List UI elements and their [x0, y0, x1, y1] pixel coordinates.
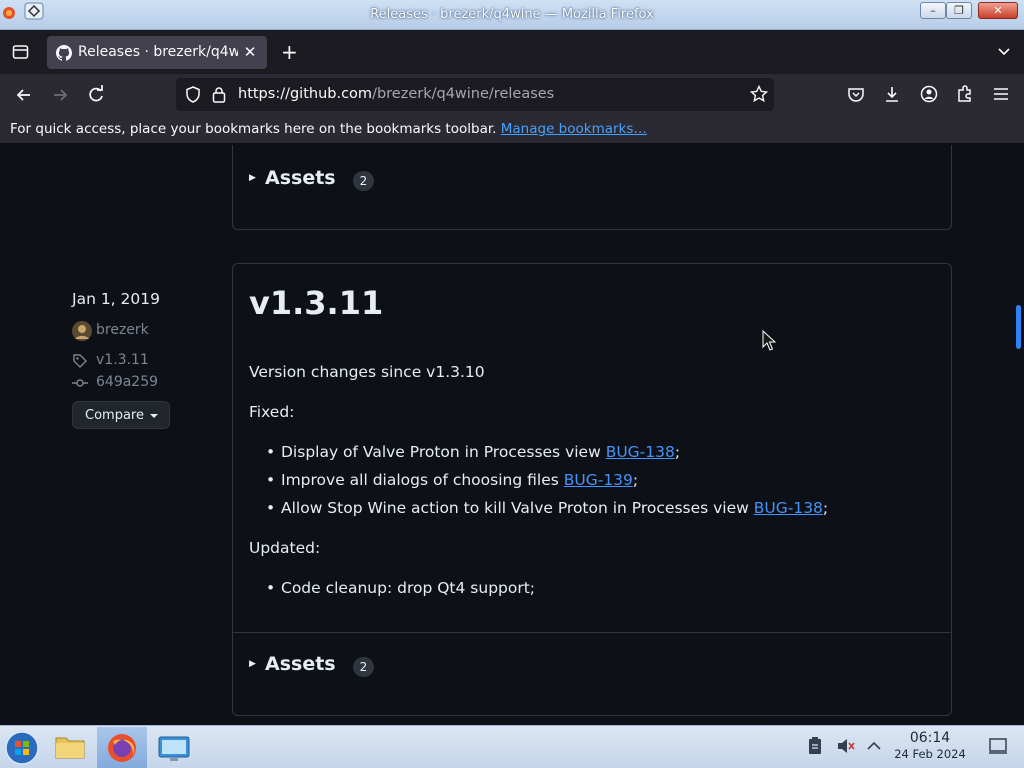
account-icon[interactable]: [919, 82, 945, 108]
bug-link[interactable]: BUG-138: [606, 443, 675, 461]
tab-strip: Releases · brezerk/q4wine ✕ +: [0, 30, 1024, 74]
window-titlebar[interactable]: Releases · brezerk/q4wine — Mozilla Fire…: [0, 0, 1024, 30]
mouse-cursor-icon: [762, 329, 777, 356]
bullet: •: [266, 443, 276, 461]
updated-heading: Updated:: [249, 539, 321, 557]
bookmarks-message: For quick access, place your bookmarks h…: [10, 121, 497, 137]
list-all-tabs-icon[interactable]: [996, 43, 1012, 63]
list-item-text: Improve all dialogs of choosing files: [281, 471, 564, 489]
release-title[interactable]: v1.3.11: [249, 284, 383, 322]
control-panel-taskbar-icon[interactable]: [152, 727, 196, 768]
commit-sha: 649a259: [96, 374, 159, 390]
window-title: Releases · brezerk/q4wine — Mozilla Fire…: [370, 7, 654, 22]
list-item-suffix: ;: [822, 499, 829, 517]
minimize-button[interactable]: –: [920, 2, 946, 19]
maximize-button[interactable]: ❐: [946, 2, 972, 19]
start-button[interactable]: [2, 727, 42, 768]
tab-releases[interactable]: Releases · brezerk/q4wine ✕: [47, 36, 267, 69]
clock[interactable]: 06:14 24 Feb 2024: [888, 730, 972, 761]
chevron-up-icon[interactable]: [866, 738, 882, 768]
firefox-view-icon[interactable]: [12, 43, 29, 64]
compare-button[interactable]: Compare: [72, 401, 170, 429]
tab-close-icon[interactable]: ✕: [241, 42, 259, 62]
url-host: https://github.com: [238, 86, 373, 102]
bullet: •: [266, 499, 276, 517]
url-text[interactable]: https://github.com/brezerk/q4wine/releas…: [238, 86, 554, 102]
reload-icon[interactable]: [84, 82, 110, 108]
assets-label: Assets: [265, 167, 336, 189]
commit-icon: [72, 375, 88, 395]
bullet: •: [266, 471, 276, 489]
list-item-text: Allow Stop Wine action to kill Valve Pro…: [281, 499, 754, 517]
downloads-icon[interactable]: [882, 82, 908, 108]
author-name: brezerk: [96, 322, 149, 338]
release-card: v1.3.11 Version changes since v1.3.10 Fi…: [232, 263, 952, 716]
release-intro: Version changes since v1.3.10: [249, 363, 485, 381]
disclosure-triangle-icon: ▶: [249, 659, 256, 669]
url-path: /brezerk/q4wine/releases: [372, 86, 555, 102]
new-tab-icon[interactable]: +: [281, 40, 298, 64]
taskbar: 06:14 24 Feb 2024: [0, 725, 1024, 768]
release-date: Jan 1, 2019: [72, 290, 160, 308]
extensions-icon[interactable]: [955, 82, 981, 108]
clock-time: 06:14: [909, 730, 951, 746]
list-item: • Allow Stop Wine action to kill Valve Pr…: [266, 499, 829, 517]
list-item-text: Display of Valve Proton in Processes vie…: [281, 443, 606, 461]
list-item-text: Code cleanup: drop Qt4 support;: [281, 579, 536, 597]
disclosure-triangle-icon: ▶: [249, 173, 256, 183]
avatar: [72, 321, 92, 345]
list-item: • Display of Valve Proton in Processes vi…: [266, 443, 681, 461]
app-menu-icon[interactable]: [991, 82, 1017, 108]
fixed-heading: Fixed:: [249, 403, 295, 421]
tag-name: v1.3.11: [96, 352, 149, 368]
tag-icon: [72, 353, 88, 373]
compare-label: Compare: [85, 408, 144, 423]
firefox-taskbar-icon[interactable]: [97, 727, 147, 768]
bullet: •: [266, 579, 276, 597]
lock-icon[interactable]: [212, 86, 226, 107]
page-content: ▶ Assets 2 Jan 1, 2019 brezerk v1.3.11 6…: [0, 145, 1012, 725]
clock-date: 24 Feb 2024: [894, 747, 966, 761]
list-item: • Code cleanup: drop Qt4 support;: [266, 579, 536, 597]
assets-count-badge: 2: [353, 657, 374, 677]
shield-icon[interactable]: [185, 86, 201, 107]
navigation-toolbar: https://github.com/brezerk/q4wine/releas…: [0, 74, 1024, 116]
divider: [233, 632, 951, 633]
scrollbar-thumb[interactable]: [1016, 305, 1021, 349]
assets-label: Assets: [265, 653, 336, 675]
back-icon[interactable]: [12, 82, 38, 108]
manage-bookmarks-link[interactable]: Manage bookmarks…: [501, 121, 647, 137]
close-window-button[interactable]: ✕: [978, 2, 1018, 19]
clipboard-icon[interactable]: [806, 736, 824, 768]
bug-link[interactable]: BUG-139: [564, 471, 633, 489]
forward-icon[interactable]: [48, 82, 74, 108]
caret-down-icon: [150, 414, 158, 418]
assets-count-badge: 2: [353, 171, 374, 191]
list-item: • Improve all dialogs of choosing files B…: [266, 471, 639, 489]
previous-release-card: ▶ Assets 2: [232, 145, 952, 230]
bookmark-star-icon[interactable]: [749, 84, 769, 107]
address-bar[interactable]: https://github.com/brezerk/q4wine/releas…: [176, 78, 774, 111]
volume-muted-icon[interactable]: [836, 737, 856, 768]
github-icon: [56, 45, 73, 61]
pocket-icon[interactable]: [846, 82, 872, 108]
bug-link[interactable]: BUG-138: [754, 499, 823, 517]
bookmarks-toolbar: For quick access, place your bookmarks h…: [0, 116, 1024, 144]
show-desktop-icon[interactable]: [988, 737, 1008, 768]
page-scrollbar[interactable]: [1012, 145, 1024, 725]
file-manager-taskbar-icon[interactable]: [48, 727, 92, 768]
list-item-suffix: ;: [674, 443, 681, 461]
tab-title: Releases · brezerk/q4wine: [78, 44, 238, 60]
list-item-suffix: ;: [632, 471, 639, 489]
